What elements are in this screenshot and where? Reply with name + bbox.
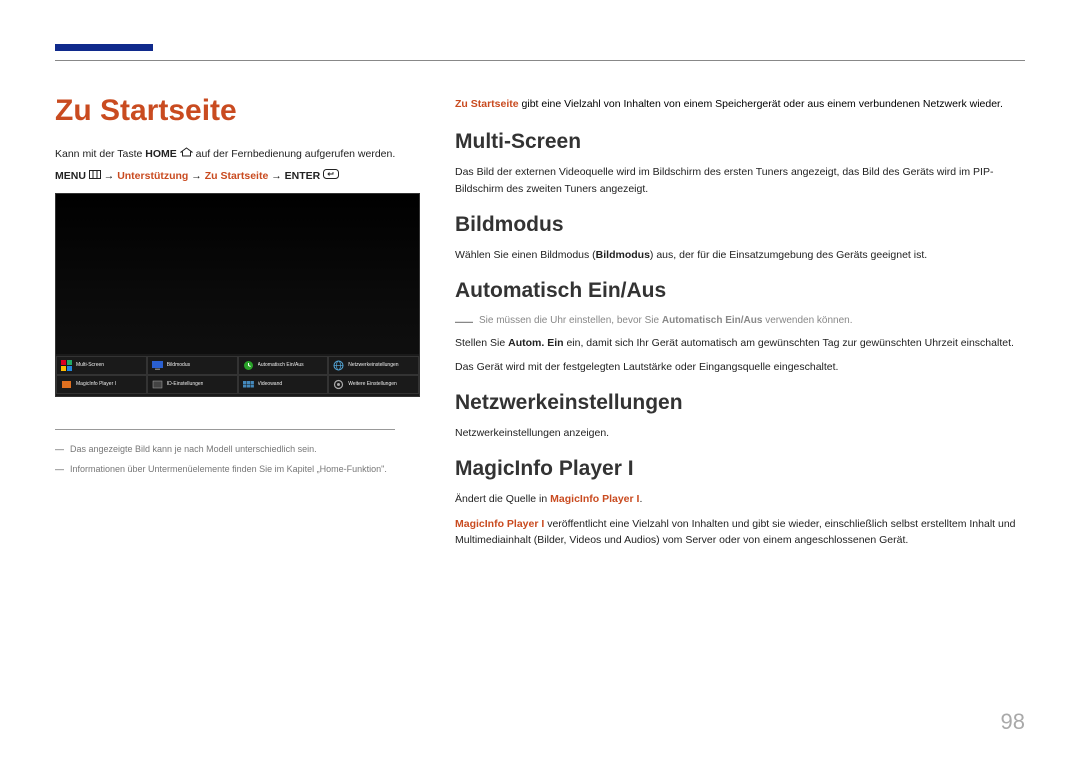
id-icon — [152, 379, 163, 390]
network-icon — [333, 360, 344, 371]
magic-p1: Ändert die Quelle in MagicInfo Player I. — [455, 491, 1025, 507]
magic-p2: MagicInfo Player I veröffentlicht eine V… — [455, 516, 1025, 549]
magic-heading: MagicInfo Player I — [455, 457, 1025, 481]
path-enter: ENTER — [285, 170, 321, 182]
left-column: Zu Startseite Kann mit der Taste HOME au… — [55, 94, 420, 482]
menu-label: Videowand — [258, 381, 283, 387]
menu-auto-einaus: Automatisch Ein/Aus — [238, 356, 329, 375]
menu-magicinfo: MagicInfo Player I — [56, 375, 147, 394]
footnote-1: ― Das angezeigte Bild kann je nach Model… — [55, 442, 395, 456]
arrow2: → — [188, 170, 204, 182]
path-home: Zu Startseite — [205, 170, 269, 182]
menu-icon — [89, 168, 101, 184]
arrow1: → — [104, 170, 117, 182]
footnote-text: Das angezeigte Bild kann je nach Modell … — [70, 442, 317, 456]
menu-row-2: MagicInfo Player I ID-Einstellungen Vide… — [56, 375, 419, 394]
menu-multi-screen: Multi-Screen — [56, 356, 147, 375]
magicinfo-icon — [61, 379, 72, 390]
bildmodus-icon — [152, 360, 163, 371]
auto-note: ― Sie müssen die Uhr einstellen, bevor S… — [455, 313, 1025, 329]
p-pre: Stellen Sie — [455, 337, 508, 349]
auto-p1: Stellen Sie Autom. Ein ein, damit sich I… — [455, 335, 1025, 351]
intro-pre: Kann mit der Taste — [55, 148, 145, 160]
menu-id: ID-Einstellungen — [147, 375, 238, 394]
auto-p2: Das Gerät wird mit der festgelegten Laut… — [455, 359, 1025, 375]
header-rule — [55, 60, 1025, 61]
menu-label: ID-Einstellungen — [167, 381, 204, 387]
menu-netzwerk: Netzwerkeinstellungen — [328, 356, 419, 375]
home-icon — [180, 146, 193, 162]
page-title: Zu Startseite — [55, 94, 420, 128]
m-bold: MagicInfo Player I — [550, 493, 639, 505]
dash-icon: ― — [55, 442, 64, 456]
intro-rest: gibt eine Vielzahl von Inhalten von eine… — [519, 98, 1003, 110]
menu-videowand: Videowand — [238, 375, 329, 394]
menu-label: Automatisch Ein/Aus — [258, 362, 304, 368]
path-support: Unterstützung — [117, 170, 188, 182]
menu-label: Multi-Screen — [76, 362, 104, 368]
enter-icon — [323, 168, 339, 184]
intro-orange: Zu Startseite — [455, 98, 519, 110]
path-menu: MENU — [55, 170, 86, 182]
footnotes: ― Das angezeigte Bild kann je nach Model… — [55, 429, 395, 477]
arrow3: → — [268, 170, 284, 182]
menu-path: MENU → Unterstützung → Zu Startseite → E… — [55, 168, 420, 184]
auto-heading: Automatisch Ein/Aus — [455, 279, 1025, 303]
menu-label: Weitere Einstellungen — [348, 381, 397, 387]
m2-bold: MagicInfo Player I — [455, 518, 544, 530]
p-post: ein, damit sich Ihr Gerät automatisch am… — [564, 337, 1014, 349]
page-number: 98 — [1001, 709, 1025, 735]
p-bold: Autom. Ein — [508, 337, 563, 349]
note-content: Sie müssen die Uhr einstellen, bevor Sie… — [479, 313, 853, 329]
dash-icon: ― — [455, 316, 473, 332]
gear-icon — [333, 379, 344, 390]
m-post: . — [639, 493, 642, 505]
n-post: verwenden können. — [762, 315, 852, 326]
menu-label: Netzwerkeinstellungen — [348, 362, 398, 368]
m-pre: Ändert die Quelle in — [455, 493, 550, 505]
dash-icon: ― — [55, 462, 64, 476]
footnote-2: ― Informationen über Untermenüelemente f… — [55, 462, 395, 476]
bildmodus-heading: Bildmodus — [455, 213, 1025, 237]
intro-home: HOME — [145, 148, 177, 160]
bildmodus-text: Wählen Sie einen Bildmodus (Bildmodus) a… — [455, 247, 1025, 263]
menu-weitere: Weitere Einstellungen — [328, 375, 419, 394]
t-post: ) aus, der für die Einsatzumgebung des G… — [650, 249, 927, 261]
intro-text: Kann mit der Taste HOME auf der Fernbedi… — [55, 146, 420, 162]
t-pre: Wählen Sie einen Bildmodus ( — [455, 249, 596, 261]
netzwerk-text: Netzwerkeinstellungen anzeigen. — [455, 425, 1025, 441]
footnote-text: Informationen über Untermenüelemente fin… — [70, 462, 387, 476]
menu-label: MagicInfo Player I — [76, 381, 116, 387]
t-bold: Bildmodus — [596, 249, 650, 261]
menu-bar: Multi-Screen Bildmodus Automatisch Ein/A… — [56, 354, 419, 396]
videowall-icon — [243, 379, 254, 390]
n-bold: Automatisch Ein/Aus — [662, 315, 763, 326]
intro-post: auf der Fernbedienung aufgerufen werden. — [196, 148, 396, 160]
multi-screen-heading: Multi-Screen — [455, 130, 1025, 154]
multi-screen-text: Das Bild der externen Videoquelle wird i… — [455, 164, 1025, 197]
menu-row-1: Multi-Screen Bildmodus Automatisch Ein/A… — [56, 356, 419, 375]
right-column: Zu Startseite gibt eine Vielzahl von Inh… — [455, 96, 1025, 564]
page-accent-bar — [55, 44, 153, 51]
menu-bildmodus: Bildmodus — [147, 356, 238, 375]
netzwerk-heading: Netzwerkeinstellungen — [455, 391, 1025, 415]
clock-icon — [243, 360, 254, 371]
multi-screen-icon — [61, 360, 72, 371]
device-screenshot: Multi-Screen Bildmodus Automatisch Ein/A… — [55, 193, 420, 397]
n-pre: Sie müssen die Uhr einstellen, bevor Sie — [479, 315, 662, 326]
right-intro: Zu Startseite gibt eine Vielzahl von Inh… — [455, 96, 1025, 112]
menu-label: Bildmodus — [167, 362, 190, 368]
